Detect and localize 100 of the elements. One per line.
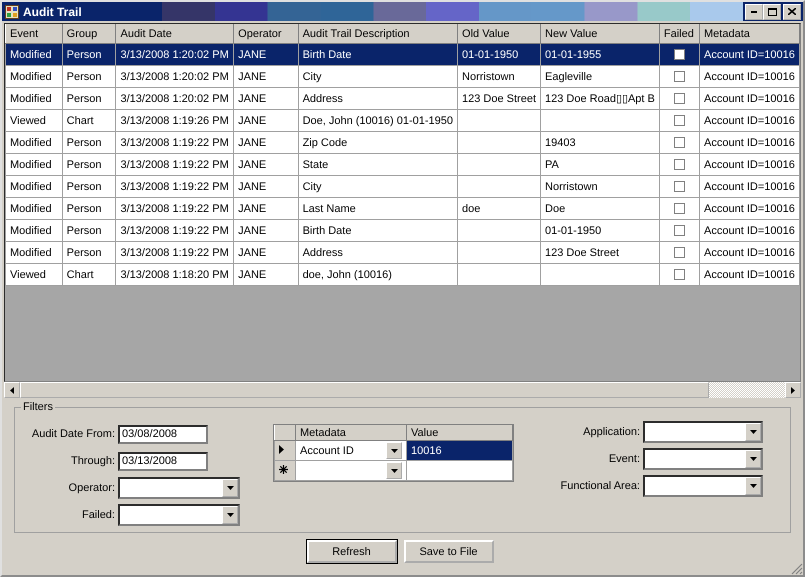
column-header[interactable]: Audit Trail Description bbox=[298, 24, 458, 44]
audit-row[interactable]: Modified Person 3/13/2008 1:20:02 PM JANE Birth Date 01-01-1950 01-01-1955 Account ID=10016 bbox=[6, 44, 800, 66]
dropdown-field[interactable] bbox=[643, 421, 763, 443]
minimize-icon bbox=[751, 10, 757, 12]
row-header[interactable] bbox=[274, 460, 296, 480]
dropdown-button[interactable] bbox=[386, 462, 402, 479]
failed-checkbox[interactable] bbox=[674, 203, 685, 214]
scroll-left-button[interactable] bbox=[4, 382, 20, 398]
table-cell: JANE bbox=[234, 176, 298, 198]
table-cell: 123 Doe Street bbox=[540, 242, 660, 264]
table-cell: Doe bbox=[540, 198, 660, 220]
column-header[interactable]: Event bbox=[6, 24, 62, 44]
table-cell: Birth Date bbox=[298, 44, 458, 66]
failed-checkbox[interactable] bbox=[674, 247, 685, 258]
audit-row[interactable]: Modified Person 3/13/2008 1:19:22 PM JANE Birth Date 01-01-1950 Account ID=10016 bbox=[6, 220, 800, 242]
table-cell: State bbox=[298, 154, 458, 176]
table-cell: Chart bbox=[62, 264, 116, 286]
dropdown-arrow-icon bbox=[750, 484, 756, 488]
table-cell: Person bbox=[62, 198, 116, 220]
table-cell: City bbox=[298, 66, 458, 88]
column-header[interactable]: New Value bbox=[540, 24, 660, 44]
scroll-right-icon bbox=[791, 386, 795, 394]
dropdown-arrow-icon bbox=[390, 468, 398, 472]
table-cell: Chart bbox=[62, 110, 116, 132]
table-cell: 01-01-1950 bbox=[458, 44, 541, 66]
column-header[interactable]: Value bbox=[406, 425, 512, 440]
column-header[interactable]: Metadata bbox=[700, 24, 800, 44]
audit-row[interactable]: Modified Person 3/13/2008 1:19:22 PM JANE City Norristown Account ID=10016 bbox=[6, 176, 800, 198]
table-cell: Account ID=10016 bbox=[700, 44, 800, 66]
group-title: Filters bbox=[21, 401, 55, 413]
audit-row[interactable]: Modified Person 3/13/2008 1:20:02 PM JANE City Norristown Eagleville Account ID=10016 bbox=[6, 66, 800, 88]
dropdown-button[interactable] bbox=[386, 442, 402, 459]
table-cell: Person bbox=[62, 132, 116, 154]
action-button[interactable]: Refresh bbox=[306, 540, 396, 563]
field-label: Application: bbox=[582, 426, 640, 438]
column-header[interactable]: Failed bbox=[659, 24, 700, 44]
table-cell: JANE bbox=[234, 154, 298, 176]
failed-checkbox[interactable] bbox=[674, 49, 685, 60]
failed-checkbox[interactable] bbox=[674, 159, 685, 170]
table-cell: 3/13/2008 1:19:22 PM bbox=[116, 198, 234, 220]
maximize-button[interactable] bbox=[763, 4, 781, 20]
date-field[interactable]: 03/13/2008 bbox=[118, 452, 208, 470]
table-cell: Modified bbox=[6, 132, 62, 154]
dropdown-field[interactable] bbox=[643, 448, 763, 470]
table-cell: Modified bbox=[6, 66, 62, 88]
dropdown-field[interactable] bbox=[643, 475, 763, 497]
column-header[interactable]: Operator bbox=[234, 24, 298, 44]
audit-row[interactable]: Viewed Chart 3/13/2008 1:18:20 PM JANE doe, John (10016) Account ID=10016 bbox=[6, 264, 800, 286]
table-cell: Person bbox=[62, 242, 116, 264]
table-cell: 3/13/2008 1:19:22 PM bbox=[116, 242, 234, 264]
failed-checkbox[interactable] bbox=[674, 71, 685, 82]
field-label: Event: bbox=[608, 453, 640, 465]
column-header[interactable]: Audit Date bbox=[116, 24, 234, 44]
action-button[interactable]: Save to File bbox=[404, 540, 494, 563]
minimize-button[interactable] bbox=[745, 4, 763, 20]
failed-checkbox[interactable] bbox=[674, 225, 685, 236]
audit-row[interactable]: Modified Person 3/13/2008 1:19:22 PM JANE Zip Code 19403 Account ID=10016 bbox=[6, 132, 800, 154]
table-cell: 123 Doe Road▯▯Apt B bbox=[540, 88, 660, 110]
column-header[interactable]: Metadata bbox=[296, 425, 406, 440]
failed-checkbox[interactable] bbox=[674, 137, 685, 148]
audit-row[interactable]: Modified Person 3/13/2008 1:19:22 PM JANE Last Name doe Doe Account ID=10016 bbox=[6, 198, 800, 220]
resize-grip-icon bbox=[791, 563, 803, 575]
column-header[interactable]: Group bbox=[62, 24, 116, 44]
table-cell: Modified bbox=[6, 88, 62, 110]
close-button[interactable] bbox=[783, 4, 801, 20]
table-cell: Zip Code bbox=[298, 132, 458, 154]
dropdown-arrow-icon bbox=[750, 457, 756, 461]
dropdown-field[interactable] bbox=[118, 504, 240, 526]
table-cell: Account ID=10016 bbox=[700, 264, 800, 286]
audit-row[interactable]: Modified Person 3/13/2008 1:19:22 PM JANE State PA Account ID=10016 bbox=[6, 154, 800, 176]
failed-checkbox[interactable] bbox=[674, 181, 685, 192]
scroll-thumb[interactable] bbox=[20, 382, 709, 398]
failed-checkbox[interactable] bbox=[674, 269, 685, 280]
table-cell: Account ID=10016 bbox=[700, 198, 800, 220]
table-cell: Person bbox=[62, 154, 116, 176]
field-label: Operator: bbox=[68, 482, 115, 494]
table-cell: 3/13/2008 1:19:22 PM bbox=[116, 154, 234, 176]
table-cell: Modified bbox=[6, 198, 62, 220]
audit-row[interactable]: Viewed Chart 3/13/2008 1:19:26 PM JANE Doe, John (10016) 01-01-1950 Account ID=10016 bbox=[6, 110, 800, 132]
dropdown-field[interactable] bbox=[118, 477, 240, 499]
column-header[interactable]: Old Value bbox=[458, 24, 541, 44]
scroll-right-button[interactable] bbox=[785, 382, 801, 398]
failed-checkbox[interactable] bbox=[674, 115, 685, 126]
table-cell: Modified bbox=[6, 176, 62, 198]
table-cell: Modified bbox=[6, 220, 62, 242]
value-cell[interactable] bbox=[406, 460, 512, 480]
table-cell: JANE bbox=[234, 88, 298, 110]
failed-checkbox[interactable] bbox=[674, 93, 685, 104]
table-cell: Person bbox=[62, 88, 116, 110]
audit-row[interactable]: Modified Person 3/13/2008 1:20:02 PM JANE Address 123 Doe Street 123 Doe Road▯▯Apt B Account ID=10016 bbox=[6, 88, 800, 110]
app-icon bbox=[5, 4, 19, 18]
table-cell: Person bbox=[62, 66, 116, 88]
value-cell[interactable]: 10016 bbox=[406, 440, 512, 460]
field-label: Through: bbox=[70, 455, 115, 467]
table-cell: JANE bbox=[234, 66, 298, 88]
table-cell: Account ID=10016 bbox=[700, 154, 800, 176]
date-field[interactable]: 03/08/2008 bbox=[118, 424, 208, 444]
row-header[interactable] bbox=[274, 440, 296, 460]
audit-row[interactable]: Modified Person 3/13/2008 1:19:22 PM JANE Address 123 Doe Street Account ID=10016 bbox=[6, 242, 800, 264]
field-label: Functional Area: bbox=[560, 480, 640, 492]
